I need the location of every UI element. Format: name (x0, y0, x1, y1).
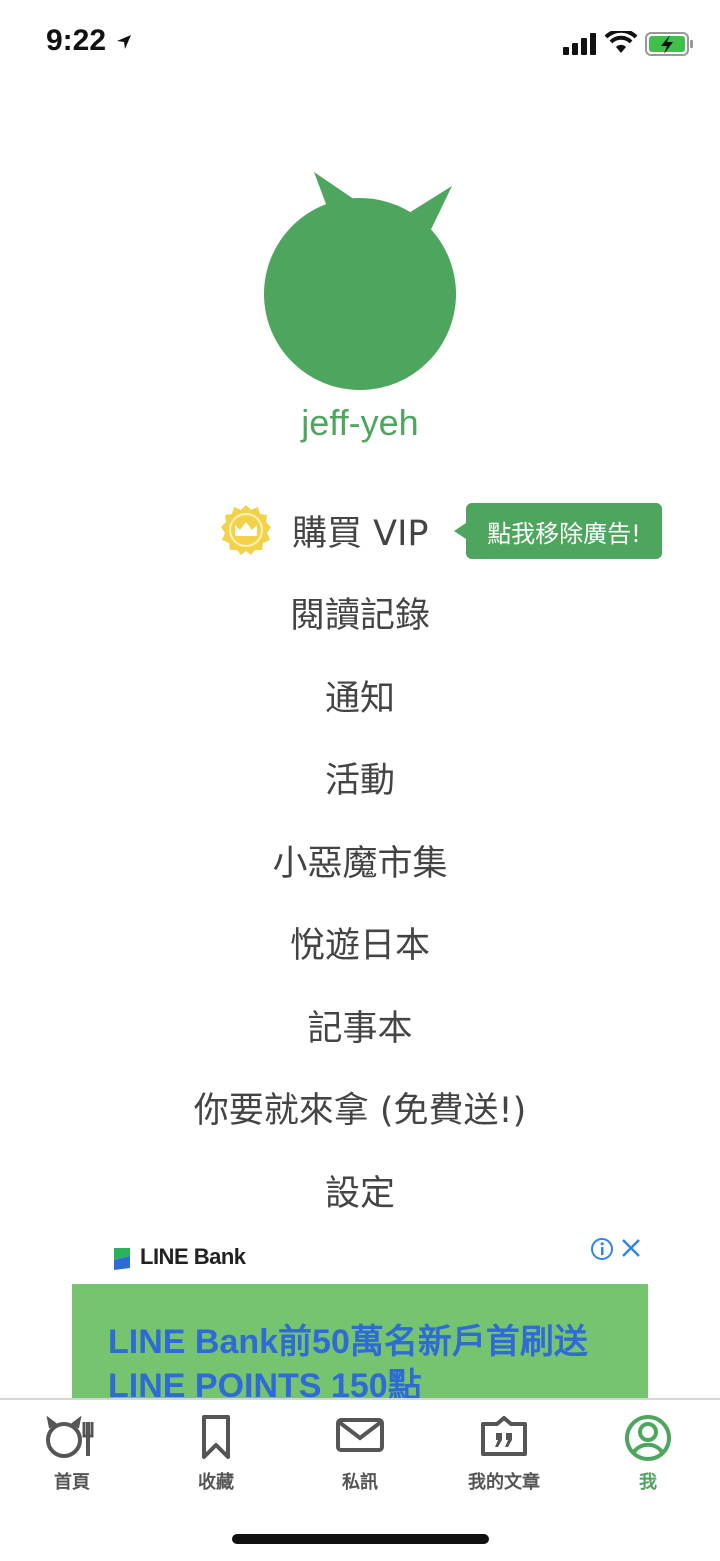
battery-charging-icon (645, 32, 693, 56)
home-icon (46, 1415, 94, 1458)
location-arrow-icon (117, 35, 131, 49)
menu-item-settings[interactable]: 設定 (0, 1160, 720, 1220)
ad-close-icon[interactable] (620, 1237, 642, 1259)
mail-icon (336, 1418, 384, 1452)
menu-item-reading-history[interactable]: 閱讀記錄 (0, 582, 720, 642)
menu-item-japan-travel[interactable]: 悅遊日本 (0, 912, 720, 972)
buy-vip-button[interactable]: 購買 VIP (220, 500, 429, 560)
menu-item-market[interactable]: 小惡魔市集 (0, 830, 720, 890)
ad-info-icon[interactable] (590, 1237, 614, 1261)
username: jeff-yeh (301, 402, 419, 443)
crown-badge-icon (221, 505, 271, 555)
status-bar: 9:22 (0, 0, 720, 90)
home-indicator (232, 1534, 489, 1544)
tab-home[interactable]: 首頁 (0, 1400, 144, 1510)
tab-messages[interactable]: 私訊 (288, 1400, 432, 1510)
tab-me-label: 我 (639, 1472, 657, 1493)
tab-my-articles-label: 我的文章 (468, 1472, 540, 1493)
cellular-signal-icon (563, 33, 596, 55)
buy-vip-label: 購買 VIP (292, 513, 429, 554)
article-icon (481, 1416, 527, 1456)
ad-banner[interactable]: LINE Bank LINE Bank前50萬名新戶首刷送LINE POINTS… (72, 1232, 648, 1398)
menu-item-events[interactable]: 活動 (0, 747, 720, 807)
profile-icon (625, 1415, 671, 1461)
ad-header: LINE Bank (72, 1232, 648, 1284)
ad-brand: LINE Bank (140, 1244, 246, 1269)
ad-image[interactable]: LINE Bank前50萬名新戶首刷送LINE POINTS 150點 (72, 1284, 648, 1398)
tab-bookmarks[interactable]: 收藏 (144, 1400, 288, 1510)
menu-item-free-giveaway[interactable]: 你要就來拿 (免費送!) (0, 1077, 720, 1137)
line-bank-logo-icon (114, 1248, 130, 1270)
avatar[interactable] (252, 162, 468, 398)
wifi-icon (605, 31, 637, 53)
menu-item-notifications[interactable]: 通知 (0, 665, 720, 725)
tab-messages-label: 私訊 (342, 1472, 378, 1493)
tab-my-articles[interactable]: 我的文章 (432, 1400, 576, 1510)
tab-home-label: 首頁 (54, 1472, 90, 1493)
remove-ads-bubble[interactable]: 點我移除廣告! (454, 503, 662, 559)
menu-item-notebook[interactable]: 記事本 (0, 995, 720, 1055)
tab-me[interactable]: 我 (576, 1400, 720, 1510)
tab-bookmarks-label: 收藏 (198, 1472, 234, 1493)
bookmark-icon (202, 1415, 230, 1459)
status-time: 9:22 (46, 24, 107, 57)
ad-headline: LINE Bank前50萬名新戶首刷送LINE POINTS 150點 (108, 1323, 588, 1398)
